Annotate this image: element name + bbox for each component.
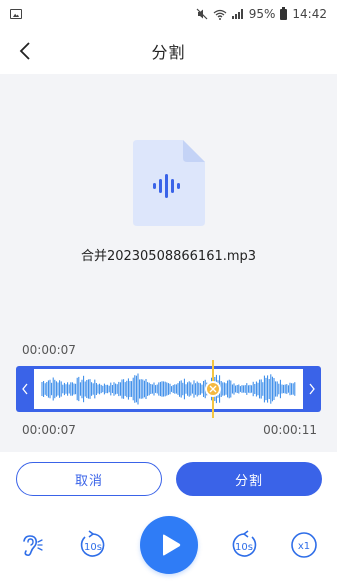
speed-label: x1 [298,541,310,552]
status-bar: 95% 14:42 [0,0,337,28]
hearing-icon [23,535,43,556]
chevron-left-icon [22,383,28,395]
playhead-handle[interactable] [205,381,221,397]
battery-percent: 95% [248,7,276,21]
battery-icon [280,6,288,20]
page-title: 分割 [151,43,186,62]
rewind-10s-icon: 10s [80,530,105,557]
clock: 14:42 [292,7,327,21]
speed-icon: x1 [291,532,317,558]
mute-icon [196,8,208,20]
trim-start-handle[interactable] [16,366,34,412]
cancel-button[interactable]: 取消 [16,462,162,496]
forward-10s-icon: 10s [232,530,257,557]
play-button[interactable] [140,516,198,574]
selection-start-time: 00:00:07 [22,423,76,437]
wifi-icon [213,9,227,20]
file-name: 合并20230508866161.mp3 [80,249,257,264]
image-icon [10,9,22,19]
chevron-right-icon [309,383,315,395]
signal-icon [231,9,243,19]
split-button[interactable]: 分割 [176,462,322,496]
forward-label: 10s [235,542,253,553]
rewind-label: 10s [84,542,102,553]
header: 分割 [0,28,337,74]
current-time: 00:00:07 [22,343,76,357]
trim-end-handle[interactable] [303,366,321,412]
audio-file-icon [133,140,205,226]
waveform-graphic [41,373,296,405]
play-icon [163,534,181,556]
back-button[interactable] [10,36,40,66]
waveform [34,369,303,409]
waveform-selector[interactable] [16,366,321,412]
forward-10s-button[interactable]: 10s [227,529,261,561]
selection-end-time: 00:00:11 [263,423,317,437]
hearing-button[interactable] [14,528,48,562]
chevron-left-icon [19,42,30,60]
rewind-10s-button[interactable]: 10s [76,529,110,561]
scissors-icon [209,385,217,393]
speed-button[interactable]: x1 [289,530,319,560]
